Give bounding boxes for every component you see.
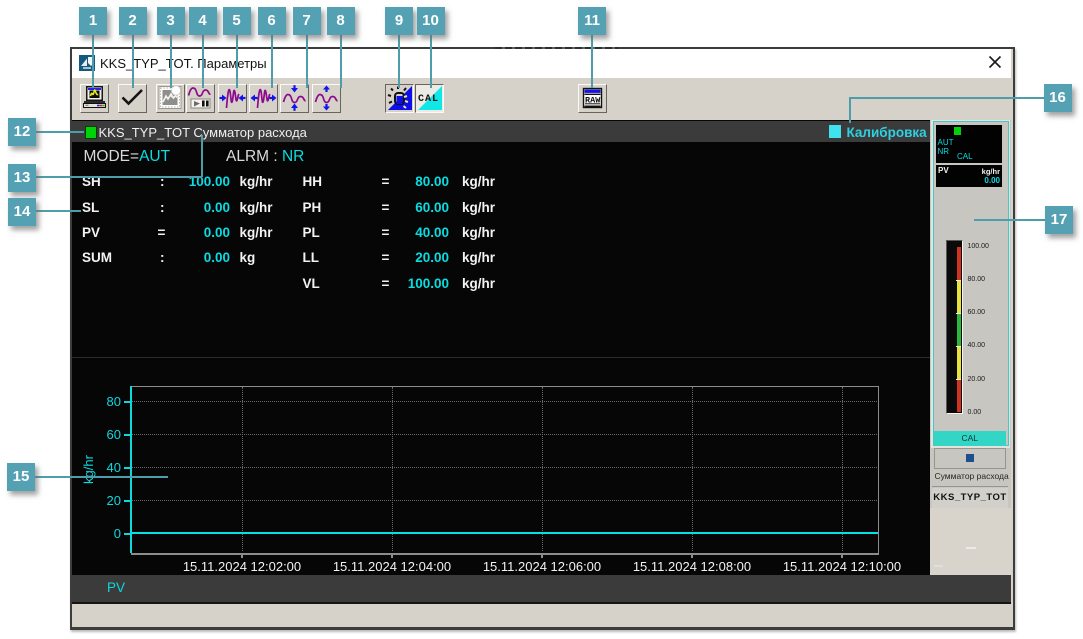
svg-text:CAL: CAL (418, 94, 439, 105)
